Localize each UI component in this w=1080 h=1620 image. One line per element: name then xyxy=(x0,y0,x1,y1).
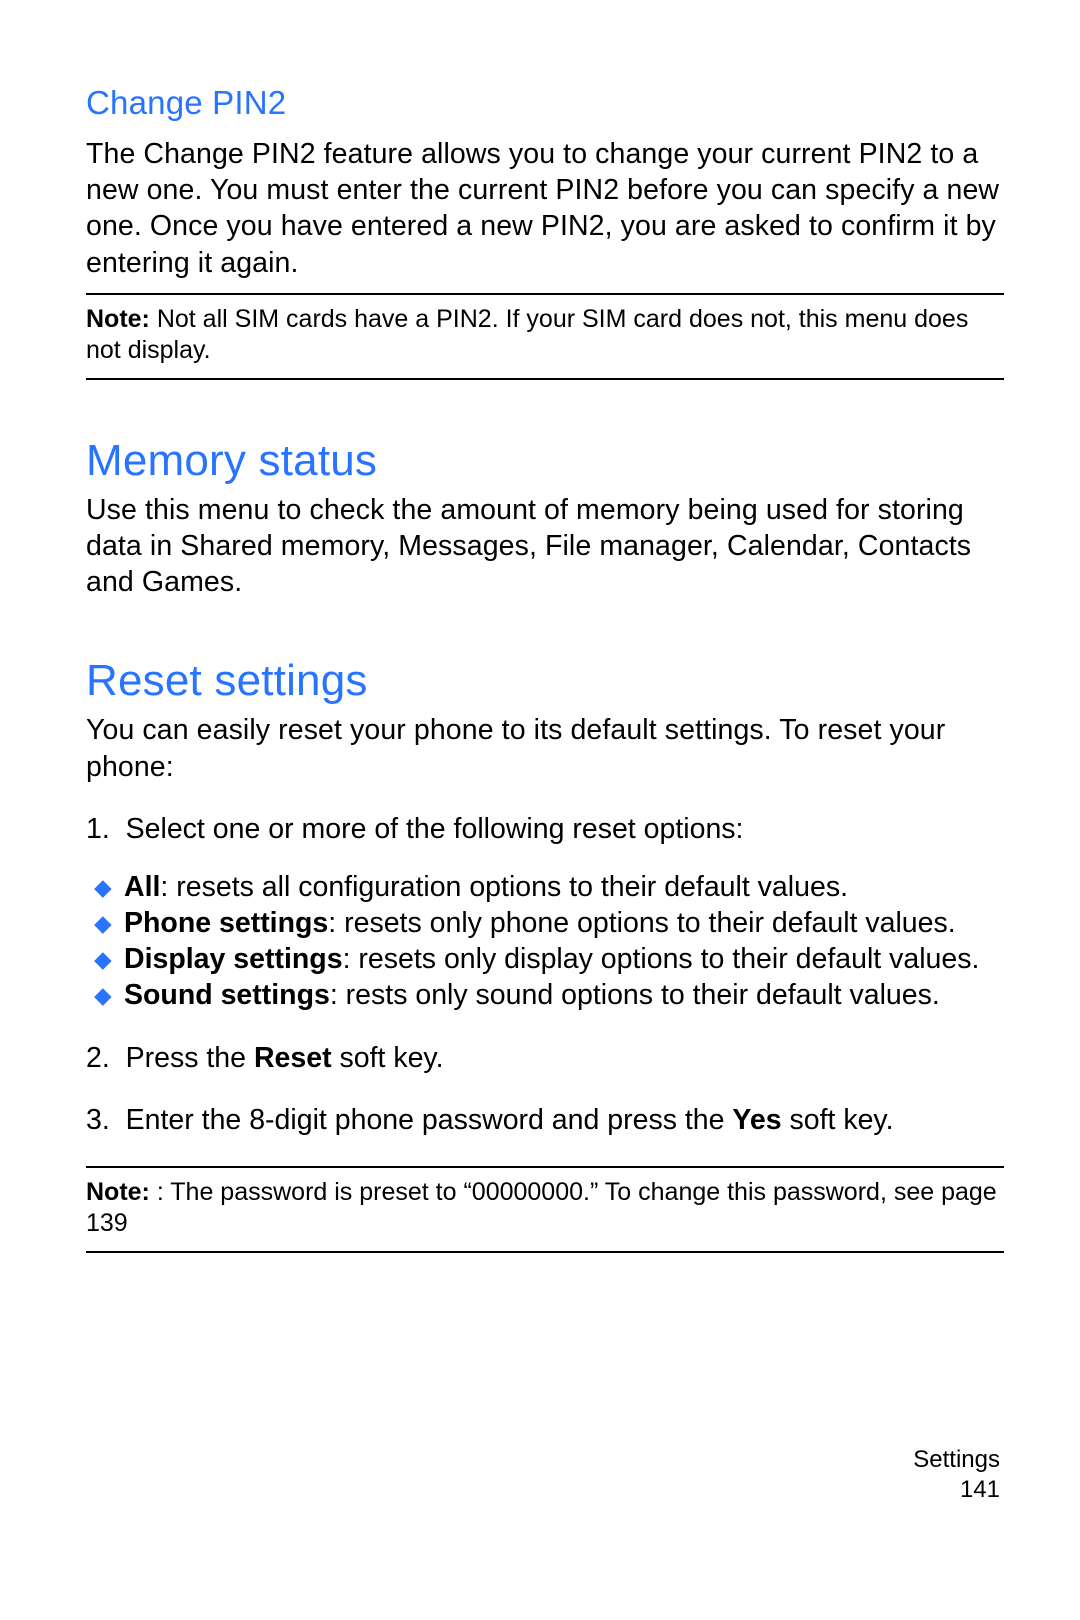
heading-memory-status: Memory status xyxy=(86,436,1004,486)
step-number: 1. xyxy=(86,813,110,845)
bullet-bold: Phone settings xyxy=(124,907,328,939)
bullet-text: : resets all configuration options to th… xyxy=(160,871,848,903)
footer-page-number: 141 xyxy=(913,1475,1000,1505)
bullet-text: : resets only display options to their d… xyxy=(343,943,980,975)
diamond-bullet-icon: ◆ xyxy=(94,909,124,938)
note-label: Note: xyxy=(86,305,150,333)
paragraph-reset-intro: You can easily reset your phone to its d… xyxy=(86,712,1004,784)
step-text-b: soft key. xyxy=(782,1104,894,1136)
bullet-text: : resets only phone options to their def… xyxy=(328,907,955,939)
bullet-bold: All xyxy=(124,871,160,903)
paragraph-change-pin2: The Change PIN2 feature allows you to ch… xyxy=(86,136,1004,281)
heading-change-pin2: Change PIN2 xyxy=(86,84,1004,122)
note-reset: Note: : The password is preset to “00000… xyxy=(86,1177,1004,1239)
divider xyxy=(86,1251,1004,1253)
list-item: ◆Phone settings: resets only phone optio… xyxy=(84,905,1004,941)
step-text: Select one or more of the following rese… xyxy=(126,813,744,845)
bullet-list: ◆All: resets all configuration options t… xyxy=(86,869,1004,1014)
bullet-bold: Sound settings xyxy=(124,979,330,1011)
diamond-bullet-icon: ◆ xyxy=(94,873,124,902)
list-item: 2. Press the Reset soft key. xyxy=(86,1040,1004,1076)
list-item: 1. Select one or more of the following r… xyxy=(86,811,1004,847)
bullet-bold: Display settings xyxy=(124,943,343,975)
step-number: 3. xyxy=(86,1104,110,1136)
step-bold: Yes xyxy=(732,1104,781,1136)
page-footer: Settings 141 xyxy=(913,1445,1000,1505)
bullet-text: : rests only sound options to their defa… xyxy=(330,979,940,1011)
step-text-b: soft key. xyxy=(332,1042,444,1074)
list-item: ◆Sound settings: rests only sound option… xyxy=(84,977,1004,1013)
note-label: Note: xyxy=(86,1178,150,1206)
list-item: ◆All: resets all configuration options t… xyxy=(84,869,1004,905)
divider xyxy=(86,1166,1004,1168)
note-text: Not all SIM cards have a PIN2. If your S… xyxy=(86,305,968,364)
step-text-a: Press the xyxy=(126,1042,254,1074)
step-bold: Reset xyxy=(254,1042,332,1074)
footer-section: Settings xyxy=(913,1445,1000,1475)
diamond-bullet-icon: ◆ xyxy=(94,945,124,974)
diamond-bullet-icon: ◆ xyxy=(94,981,124,1010)
list-item: ◆Display settings: resets only display o… xyxy=(84,941,1004,977)
step-text-a: Enter the 8-digit phone password and pre… xyxy=(126,1104,733,1136)
divider xyxy=(86,293,1004,295)
paragraph-memory-status: Use this menu to check the amount of mem… xyxy=(86,492,1004,601)
heading-reset-settings: Reset settings xyxy=(86,656,1004,706)
note-pin2: Note: Not all SIM cards have a PIN2. If … xyxy=(86,304,1004,366)
note-text: : The password is preset to “00000000.” … xyxy=(86,1178,997,1237)
list-item: 3. Enter the 8-digit phone password and … xyxy=(86,1102,1004,1138)
step-number: 2. xyxy=(86,1042,110,1074)
divider xyxy=(86,378,1004,380)
